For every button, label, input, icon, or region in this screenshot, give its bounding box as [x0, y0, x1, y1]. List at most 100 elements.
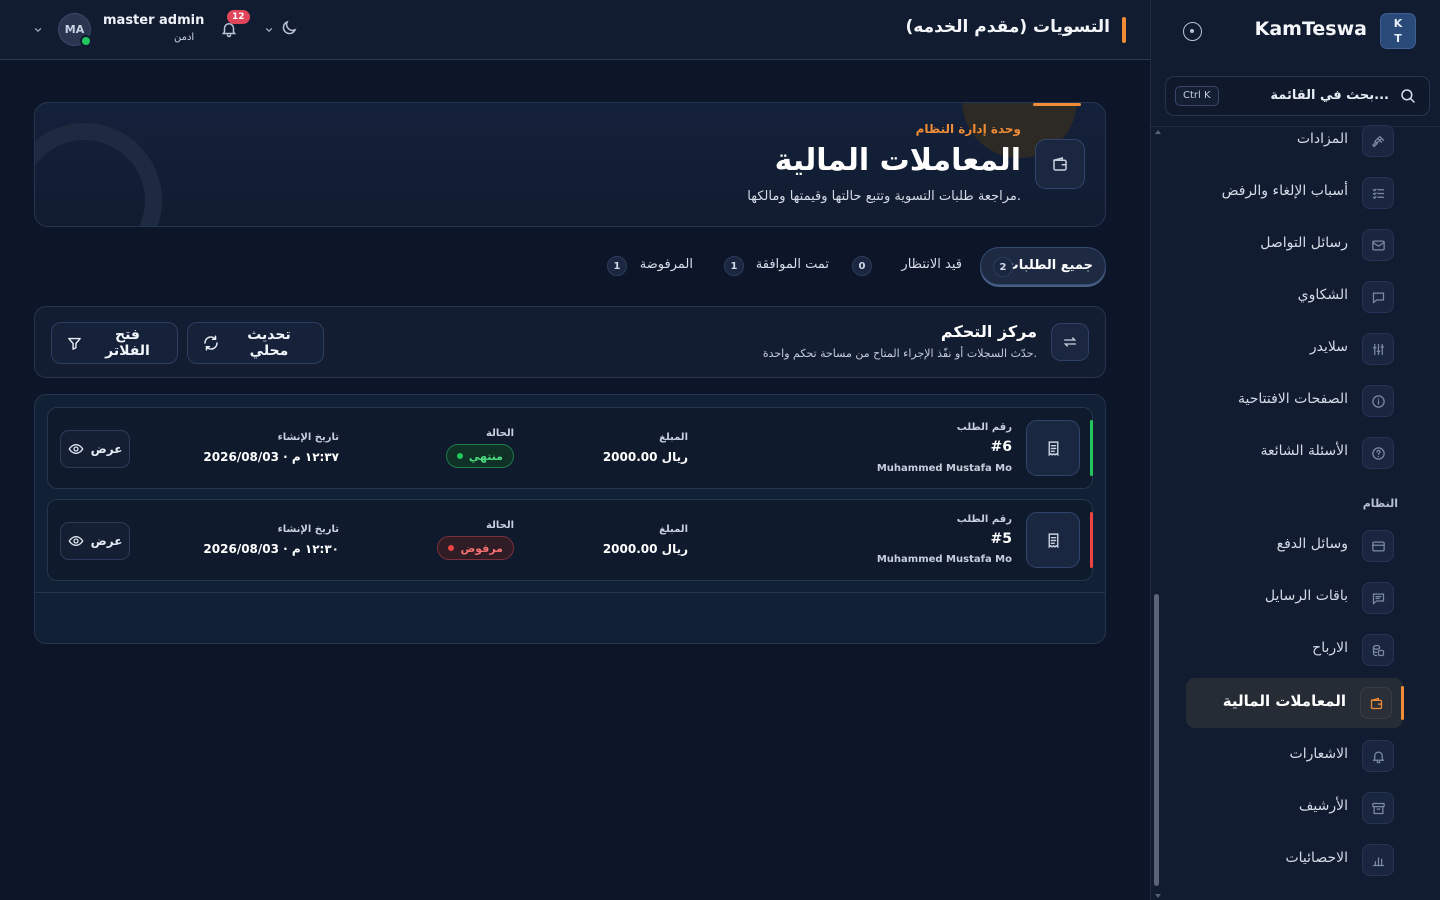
top-bar: التسويات (مقدم الخدمه) MA master admin ا…: [0, 0, 1150, 60]
status-badge: مرفوض: [437, 536, 514, 560]
sidebar-item-message-packages[interactable]: باقات الرسايل: [1186, 581, 1394, 621]
tab-count-badge: 1: [724, 256, 744, 276]
status-dot: [448, 545, 455, 551]
sidebar-item-label: الأسئلة الشائعة: [1260, 443, 1349, 459]
refresh-icon: [202, 334, 220, 352]
sidebar-item-label: المزادات: [1296, 131, 1348, 147]
sidebar-item-label: سلايدر: [1309, 339, 1348, 355]
view-button[interactable]: عرض: [60, 522, 130, 560]
status-label: الحالة: [486, 520, 514, 531]
page-hero: وحدة إدارة النظام المعاملات المالية مراج…: [34, 102, 1106, 227]
tab-all-requests[interactable]: جميع الطلبات 2: [980, 247, 1106, 285]
status-label: الحالة: [486, 428, 514, 439]
tab-rejected[interactable]: المرفوضة 1: [606, 247, 696, 285]
list-item[interactable]: رقم الطلب #6 Muhammed Mustafa Mo المبلغ …: [47, 407, 1093, 489]
sidebar-item-payment-methods[interactable]: وسائل الدفع: [1186, 529, 1394, 569]
archive-icon: [1362, 792, 1394, 824]
scroll-down-arrow-icon[interactable]: [1155, 894, 1161, 898]
status-accent-bar: [1090, 420, 1093, 476]
sidebar-item-financial-transactions[interactable]: المعاملات المالية: [1186, 678, 1404, 728]
request-number-label: رقم الطلب: [956, 514, 1012, 525]
sidebar-item-label: باقات الرسايل: [1264, 588, 1348, 604]
sidebar-item-notifications[interactable]: الاشعارات: [1186, 739, 1394, 779]
scroll-up-arrow-icon[interactable]: [1155, 130, 1161, 134]
scrollbar-thumb[interactable]: [1154, 594, 1159, 886]
user-role: ادمن: [174, 32, 195, 43]
open-filters-button[interactable]: فتح الفلاتر: [51, 322, 178, 364]
sidebar-item-complaints[interactable]: الشكاوي: [1186, 280, 1394, 320]
theme-chevron-down-icon[interactable]: [264, 25, 274, 35]
view-label: عرض: [90, 442, 123, 456]
logo-letter-top: K: [1393, 17, 1403, 30]
sidebar-item-label: الأرشيف: [1298, 798, 1348, 814]
page-title: التسويات (مقدم الخدمه): [905, 17, 1111, 37]
sidebar-item-label: المعاملات المالية: [1222, 692, 1346, 710]
tab-approved[interactable]: تمت الموافقة 1: [720, 247, 832, 285]
tab-label: جميع الطلبات: [1005, 258, 1093, 273]
sidebar: K T KamTeswa بحث في القائمة... Ctrl K ال…: [1150, 0, 1440, 900]
tab-pending[interactable]: قيد الانتظار 0: [852, 247, 964, 285]
sidebar-item-contact-messages[interactable]: رسائل التواصل: [1186, 228, 1394, 268]
status-text: منتهي: [468, 449, 503, 463]
sidebar-collapse-icon[interactable]: [1183, 22, 1202, 41]
coins-icon: [1362, 634, 1394, 666]
list-check-icon: [1362, 177, 1394, 209]
sidebar-item-profits[interactable]: الارباح: [1186, 633, 1394, 673]
status-tabs: جميع الطلبات 2 قيد الانتظار 0 تمت المواف…: [606, 247, 1106, 285]
sidebar-item-slider[interactable]: سلايدر: [1186, 332, 1394, 372]
sidebar-item-label: الاحصائيات: [1285, 850, 1348, 866]
tab-label: قيد الانتظار: [901, 257, 962, 272]
list-footer-divider: [35, 592, 1105, 593]
list-item[interactable]: رقم الطلب #5 Muhammed Mustafa Mo المبلغ …: [47, 499, 1093, 581]
view-button[interactable]: عرض: [60, 430, 130, 468]
request-number: #6: [990, 439, 1012, 455]
tab-label: المرفوضة: [639, 257, 693, 272]
sidebar-header: K T KamTeswa: [1151, 0, 1440, 62]
user-name[interactable]: master admin: [103, 13, 204, 28]
status-dot: [456, 453, 463, 459]
mail-icon: [1362, 229, 1394, 261]
sidebar-item-archive[interactable]: الأرشيف: [1186, 791, 1394, 831]
receipt-icon: [1026, 420, 1080, 476]
logo-letter-bottom: T: [1394, 32, 1402, 45]
request-number-label: رقم الطلب: [956, 422, 1012, 433]
eye-icon: [68, 441, 84, 457]
local-refresh-button[interactable]: تحديث محلي: [187, 322, 324, 364]
created-at-value: 2026/08/03 · ١٢:٣٧ م: [203, 450, 339, 464]
search-icon: [1399, 87, 1417, 105]
requests-list: رقم الطلب #6 Muhammed Mustafa Mo المبلغ …: [34, 394, 1106, 644]
view-label: عرض: [90, 534, 123, 548]
control-center-title: مركز التحكم: [940, 322, 1037, 341]
status-badge: منتهي: [445, 444, 514, 468]
status-accent-bar: [1090, 512, 1093, 568]
created-at-label: تاريخ الإنشاء: [277, 524, 339, 535]
sidebar-section-system: النظام: [1362, 497, 1398, 510]
hero-title: المعاملات المالية: [774, 143, 1021, 178]
request-owner: Muhammed Mustafa Mo: [876, 554, 1012, 565]
notification-count-badge: 12: [227, 10, 250, 24]
help-circle-icon: [1362, 437, 1394, 469]
refresh-label: تحديث محلي: [247, 327, 291, 359]
sidebar-item-onboarding-pages[interactable]: الصفحات الافتتاحية: [1186, 384, 1394, 424]
avatar[interactable]: MA: [58, 13, 92, 47]
sidebar-item-cancel-reasons[interactable]: أسباب الإلغاء والرفض: [1186, 176, 1394, 216]
tab-label: تمت الموافقة: [755, 257, 829, 272]
sidebar-item-auctions[interactable]: المزادات: [1186, 124, 1394, 164]
brand-name: KamTeswa: [1254, 18, 1367, 40]
sidebar-scrollbar[interactable]: [1153, 128, 1161, 900]
sidebar-item-statistics[interactable]: الاحصائيات: [1186, 843, 1394, 883]
user-menu-chevron-down-icon[interactable]: [33, 25, 43, 35]
amount-value: 2000.00 ريال: [602, 450, 688, 464]
avatar-initials: MA: [64, 23, 85, 36]
credit-card-icon: [1362, 530, 1394, 562]
hero-description: مراجعة طلبات التسوية وتتبع حالتها وقيمته…: [747, 189, 1021, 204]
sidebar-item-label: الشكاوي: [1297, 287, 1348, 303]
receipt-icon: [1026, 512, 1080, 568]
moon-icon[interactable]: [280, 19, 298, 37]
hero-kicker: وحدة إدارة النظام: [915, 122, 1021, 136]
sidebar-search-input[interactable]: بحث في القائمة... Ctrl K: [1165, 76, 1430, 116]
sidebar-search-placeholder: بحث في القائمة...: [1270, 88, 1389, 103]
created-at-label: تاريخ الإنشاء: [277, 432, 339, 443]
sidebar-item-faq[interactable]: الأسئلة الشائعة: [1186, 436, 1394, 476]
filter-icon: [66, 335, 83, 352]
